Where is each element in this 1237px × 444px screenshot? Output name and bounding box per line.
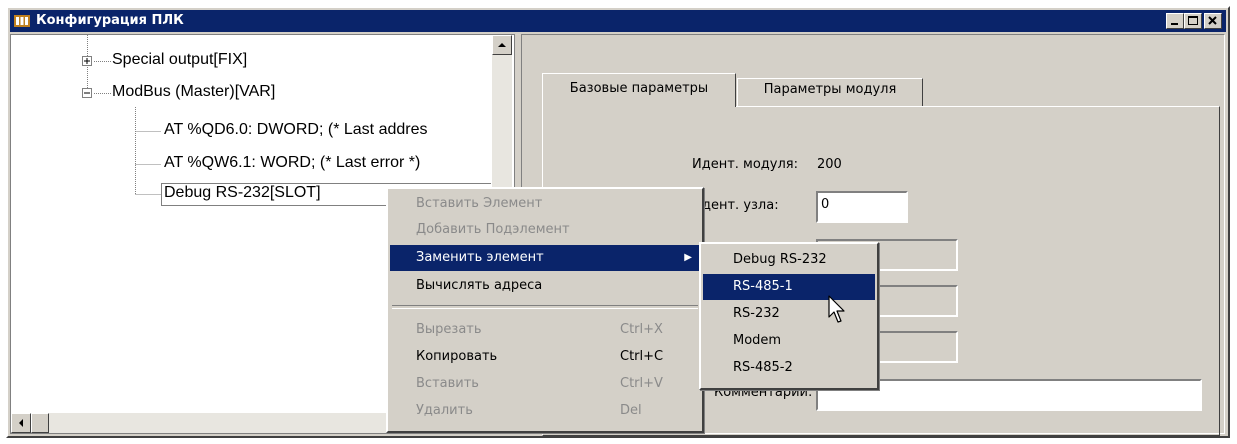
maximize-icon xyxy=(1188,16,1198,25)
tree-item-qd6-0[interactable]: AT %QD6.0: DWORD; (* Last addres xyxy=(164,121,427,139)
menu-item-delete[interactable]: Удалить Del xyxy=(390,398,700,424)
scroll-up-button[interactable] xyxy=(492,35,512,55)
context-menu: Вставить Элемент Добавить Подэлемент Зам… xyxy=(386,187,704,433)
menu-item-copy[interactable]: Копировать Ctrl+C xyxy=(390,344,700,370)
shortcut-delete: Del xyxy=(620,403,642,418)
menu-item-add-subelement[interactable]: Добавить Подэлемент xyxy=(390,217,700,243)
submenu-item-debug-rs232[interactable]: Debug RS-232 xyxy=(703,247,875,273)
shortcut-cut: Ctrl+X xyxy=(620,322,663,337)
arrow-up-icon xyxy=(498,43,506,47)
collapse-icon xyxy=(82,88,92,98)
shortcut-copy: Ctrl+C xyxy=(620,349,664,364)
title-bar[interactable]: Конфигурация ПЛК xyxy=(10,10,1226,32)
expand-icon xyxy=(82,56,92,66)
menu-item-insert-element[interactable]: Вставить Элемент xyxy=(390,191,700,217)
menu-item-calculate-addresses[interactable]: Вычислять адреса xyxy=(390,273,700,299)
submenu-item-modem[interactable]: Modem xyxy=(703,328,875,354)
shortcut-paste: Ctrl+V xyxy=(620,376,663,391)
tree-item-special-output[interactable]: Special output[FIX] xyxy=(112,51,247,69)
tree-item-modbus-master[interactable]: ModBus (Master)[VAR] xyxy=(112,83,275,101)
minimize-icon xyxy=(1171,23,1178,25)
menu-item-replace-element[interactable]: Заменить элемент ▶ xyxy=(390,245,700,271)
plc-config-icon xyxy=(14,15,30,27)
submenu-item-rs485-2[interactable]: RS-485-2 xyxy=(703,355,875,381)
tree-item-debug-rs232[interactable]: Debug RS-232[SLOT] xyxy=(164,184,321,202)
submenu-arrow-icon: ▶ xyxy=(684,252,692,263)
horizontal-scroll-thumb[interactable] xyxy=(31,413,49,433)
scroll-left-button[interactable] xyxy=(11,413,31,433)
arrow-left-icon xyxy=(19,419,23,427)
tree-item-qw6-1[interactable]: AT %QW6.1: WORD; (* Last error *) xyxy=(164,154,420,172)
mouse-cursor-icon xyxy=(828,295,845,323)
close-button[interactable] xyxy=(1204,13,1222,29)
module-id-label: Идент. модуля: xyxy=(692,157,798,172)
tab-base-parameters[interactable]: Базовые параметры xyxy=(542,73,736,107)
window-title: Конфигурация ПЛК xyxy=(36,13,184,28)
tab-module-parameters[interactable]: Параметры модуля xyxy=(737,78,923,106)
module-id-value: 200 xyxy=(817,157,842,172)
minimize-button[interactable] xyxy=(1166,13,1184,29)
menu-item-paste[interactable]: Вставить Ctrl+V xyxy=(390,371,700,397)
menu-item-cut[interactable]: Вырезать Ctrl+X xyxy=(390,317,700,343)
close-icon xyxy=(1208,16,1217,25)
replace-element-submenu: Debug RS-232 RS-485-1 RS-232 Modem RS-48… xyxy=(699,242,879,390)
node-id-input[interactable]: 0 xyxy=(816,191,908,223)
maximize-button[interactable] xyxy=(1184,13,1202,29)
node-id-label: дент. узла: xyxy=(702,198,779,213)
menu-separator xyxy=(392,305,698,309)
